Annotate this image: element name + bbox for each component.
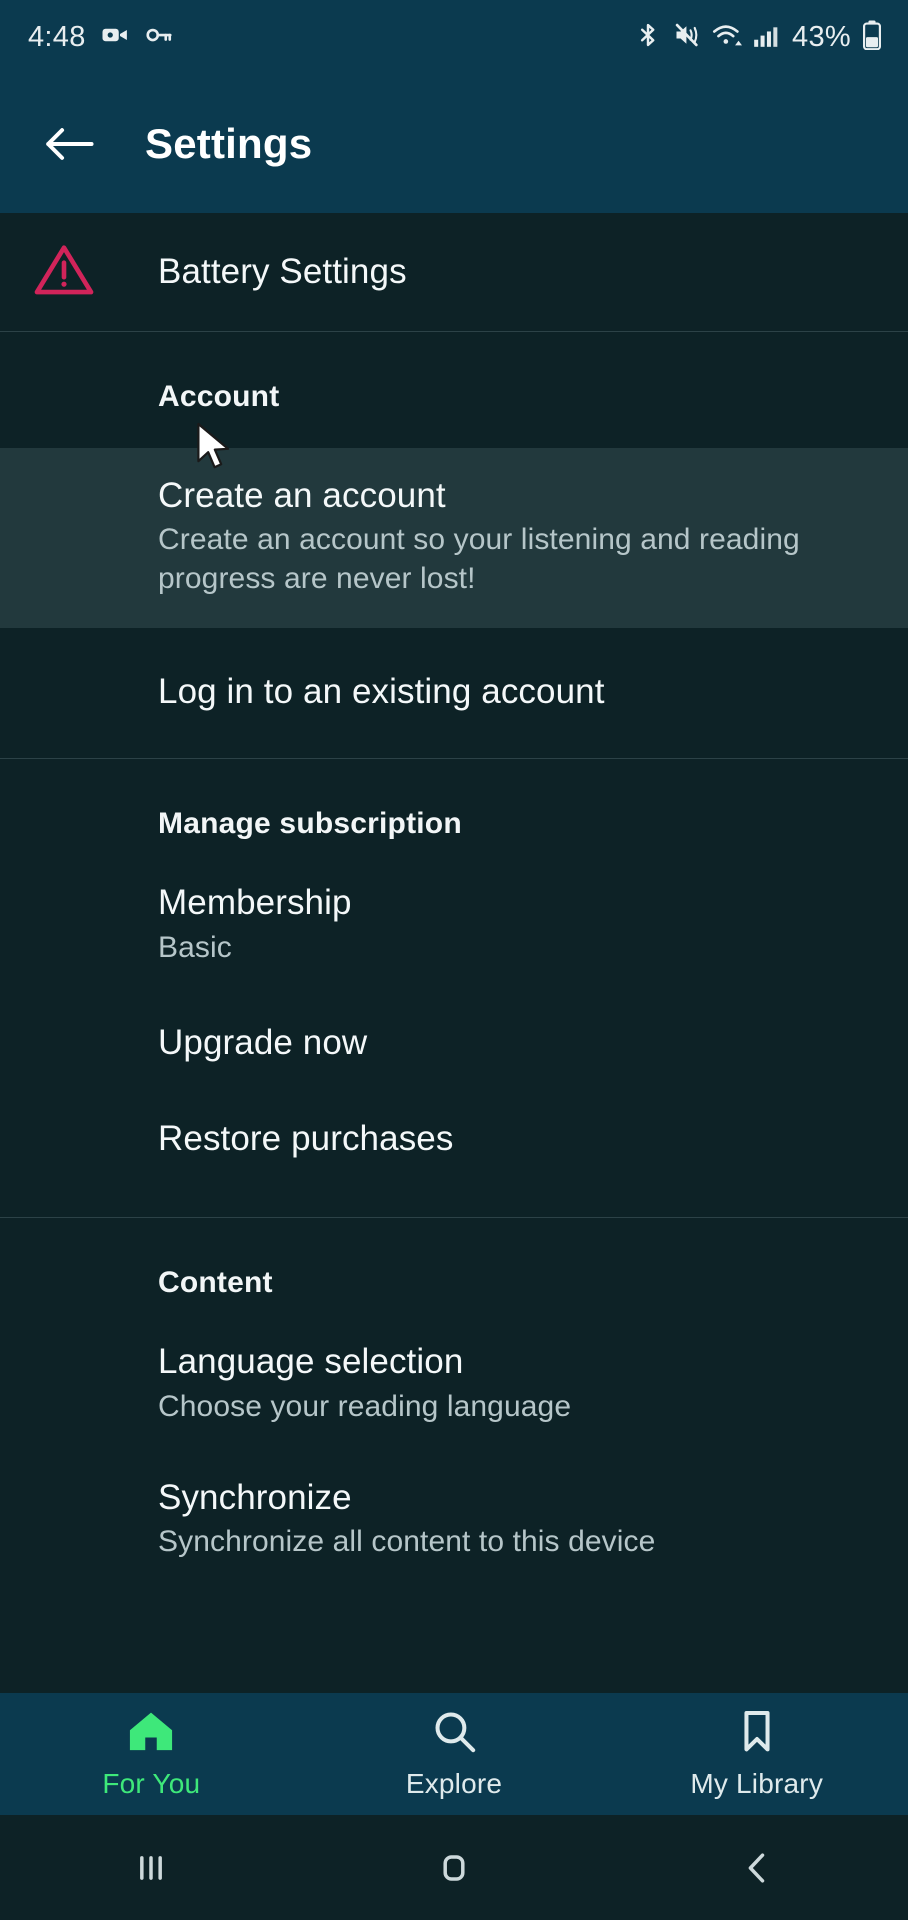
log-in-title: Log in to an existing account xyxy=(158,672,605,712)
vpn-key-icon xyxy=(144,20,174,55)
back-arrow-icon[interactable] xyxy=(35,110,103,178)
restore-purchases-title: Restore purchases xyxy=(158,1119,454,1159)
settings-row-synchronize[interactable]: Synchronize Synchronize all content to t… xyxy=(0,1426,908,1562)
settings-row-upgrade-now[interactable]: Upgrade now xyxy=(0,967,908,1063)
home-icon xyxy=(126,1708,176,1759)
membership-title: Membership xyxy=(158,883,352,923)
tab-for-you-label: For You xyxy=(102,1768,201,1799)
section-header-account: Account xyxy=(158,380,280,413)
tab-my-library[interactable]: My Library xyxy=(605,1693,908,1815)
membership-value: Basic xyxy=(158,930,232,964)
settings-row-create-an-account[interactable]: Create an account Create an account so y… xyxy=(0,448,908,629)
status-bar: 4:48 43% xyxy=(0,0,908,75)
recents-icon[interactable] xyxy=(0,1815,303,1920)
battery-icon xyxy=(862,20,882,55)
app-bar: Settings xyxy=(0,75,908,213)
warning-triangle-icon xyxy=(33,242,95,303)
tab-explore[interactable]: Explore xyxy=(303,1693,606,1815)
section-header-content: Content xyxy=(158,1266,273,1300)
battery-percent-label: 43% xyxy=(792,21,851,53)
phone-screen: 4:48 43% Settings Battery Settings Accou… xyxy=(0,0,908,1920)
settings-row-restore-purchases[interactable]: Restore purchases xyxy=(0,1063,908,1217)
bluetooth-icon xyxy=(634,21,662,54)
tab-for-you[interactable]: For You xyxy=(0,1693,303,1815)
settings-row-language-selection[interactable]: Language selection Choose your reading l… xyxy=(0,1300,908,1426)
synchronize-subtitle: Synchronize all content to this device xyxy=(158,1525,656,1559)
bottom-tab-bar: For You Explore My Library xyxy=(0,1693,908,1815)
section-header-manage-subscription: Manage subscription xyxy=(158,807,462,841)
volume-mute-icon xyxy=(673,21,701,54)
tab-my-library-label: My Library xyxy=(690,1768,824,1799)
status-bar-clock: 4:48 xyxy=(28,21,86,53)
synchronize-title: Synchronize xyxy=(158,1478,352,1518)
screen-recorder-icon xyxy=(100,20,130,55)
settings-list[interactable]: Battery Settings Account Create an accou… xyxy=(0,213,908,1693)
status-bar-right: 43% xyxy=(634,20,882,55)
create-an-account-title: Create an account xyxy=(158,476,446,515)
page-title: Settings xyxy=(145,120,313,167)
tab-explore-label: Explore xyxy=(405,1768,503,1799)
bookmark-icon xyxy=(732,1708,782,1759)
battery-settings-label: Battery Settings xyxy=(158,251,407,291)
home-square-icon[interactable] xyxy=(303,1815,606,1920)
settings-row-membership[interactable]: Membership Basic xyxy=(0,841,908,967)
create-an-account-subtitle: Create an account so your listening and … xyxy=(158,523,800,595)
settings-row-log-in-to-an-existing-account[interactable]: Log in to an existing account xyxy=(0,628,908,758)
search-icon xyxy=(429,1708,479,1759)
language-selection-title: Language selection xyxy=(158,1342,464,1382)
language-selection-subtitle: Choose your reading language xyxy=(158,1389,572,1423)
settings-row-battery-settings[interactable]: Battery Settings xyxy=(0,213,908,331)
cellular-signal-icon xyxy=(753,22,779,53)
status-bar-left: 4:48 xyxy=(28,20,174,55)
wifi-icon xyxy=(712,21,743,54)
system-navigation-bar xyxy=(0,1815,908,1920)
back-chevron-icon[interactable] xyxy=(605,1815,908,1920)
upgrade-now-title: Upgrade now xyxy=(158,1022,368,1062)
